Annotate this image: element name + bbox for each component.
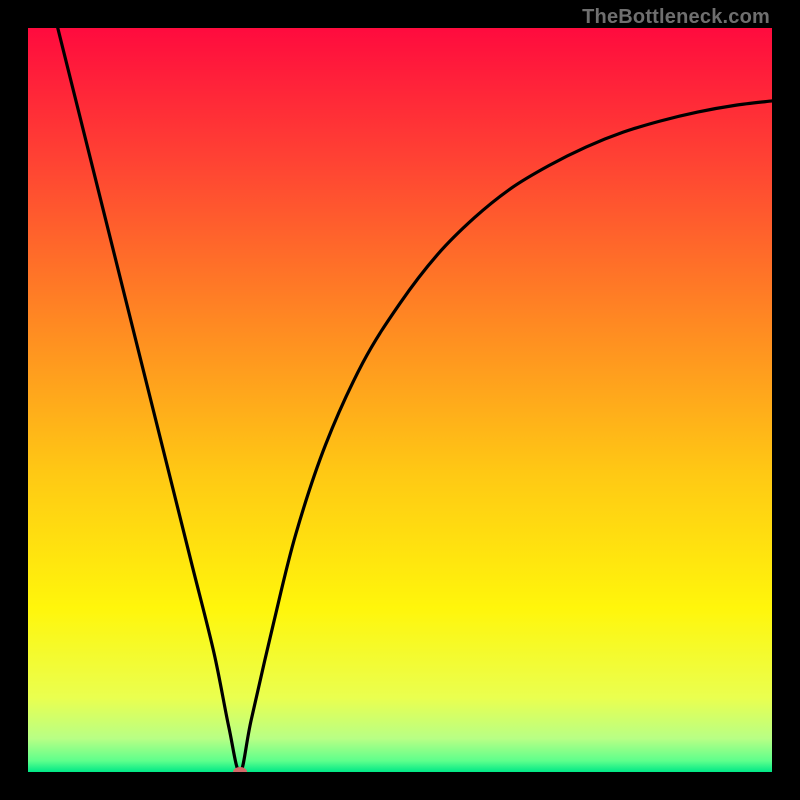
watermark: TheBottleneck.com	[582, 6, 770, 29]
bottleneck-chart	[28, 28, 772, 772]
chart-frame	[28, 28, 772, 772]
chart-background	[28, 28, 772, 772]
